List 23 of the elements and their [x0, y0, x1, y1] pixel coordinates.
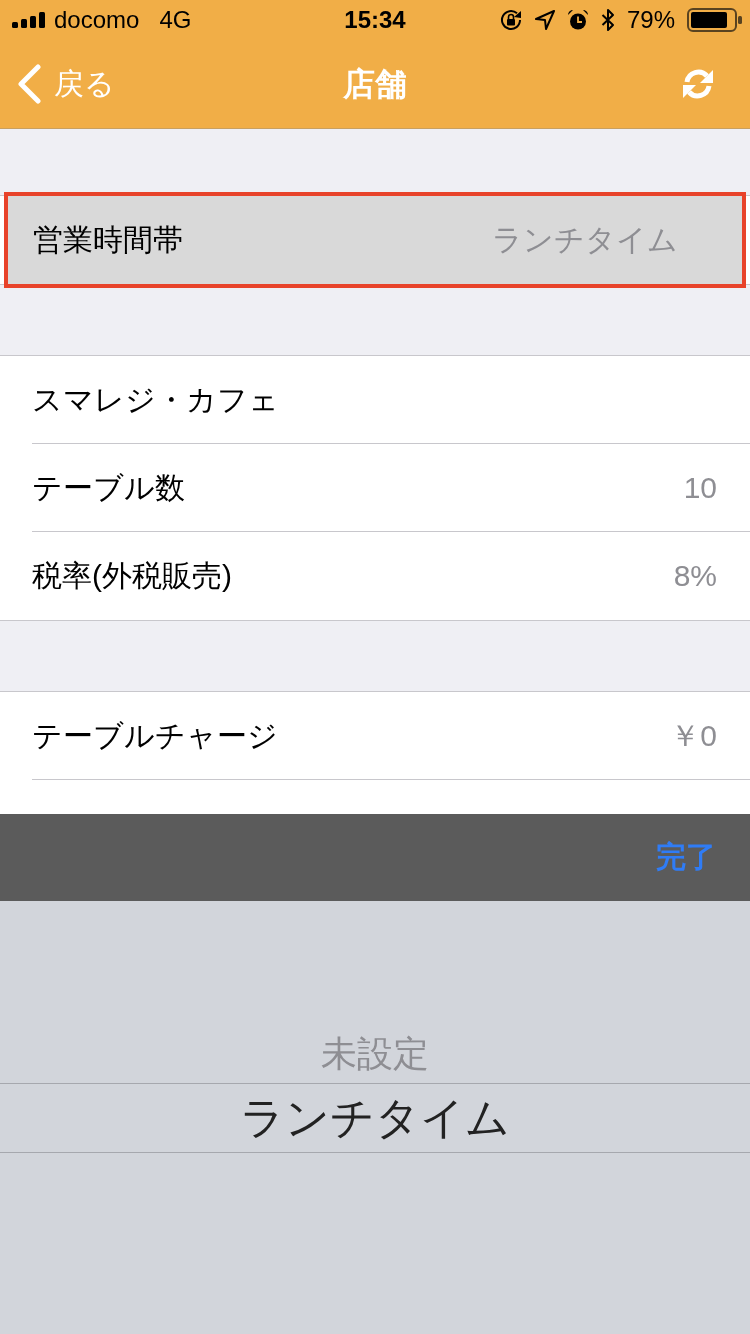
- status-time: 15:34: [344, 6, 406, 34]
- bluetooth-icon: [600, 8, 615, 32]
- picker-option[interactable]: ランチタイム: [240, 1091, 510, 1144]
- row-value: ランチタイム: [492, 222, 678, 258]
- row-label: テーブルチャージ: [32, 717, 278, 754]
- back-chevron-icon: [16, 64, 42, 104]
- row-value: ￥0: [670, 717, 717, 754]
- signal-icon: [12, 12, 46, 28]
- rotation-lock-icon: [498, 8, 523, 32]
- battery-icon: [687, 8, 743, 32]
- network-type: 4G: [159, 6, 192, 34]
- row-value: 10: [683, 469, 717, 506]
- carrier-name: docomo: [54, 6, 140, 34]
- row-label: テーブル数: [32, 469, 185, 506]
- location-arrow-icon: [534, 10, 555, 30]
- table-row[interactable]: 営業時間帯 ランチタイム: [4, 192, 746, 288]
- page-title: 店舗: [343, 65, 407, 104]
- row-label: スマレジ・カフェ: [32, 381, 279, 418]
- row-label: 営業時間帯: [33, 222, 183, 258]
- battery-percent: 79%: [626, 6, 675, 34]
- row-label: 税率(外税販売): [32, 558, 232, 594]
- row-value: 8%: [673, 558, 717, 594]
- alarm-clock-icon: [566, 9, 589, 31]
